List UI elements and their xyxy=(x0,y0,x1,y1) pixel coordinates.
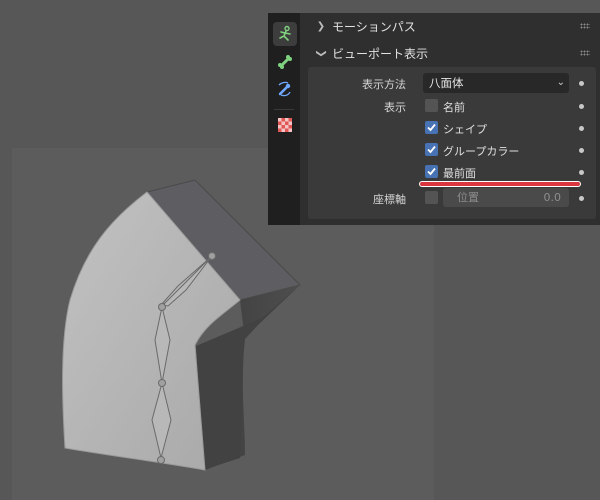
bone-constraint-icon xyxy=(278,81,291,97)
axes-checkbox[interactable] xyxy=(425,191,438,204)
tab-bone-constraints[interactable] xyxy=(273,77,297,101)
chevron-down-icon: ⌄ xyxy=(556,77,565,88)
checkmark-icon xyxy=(427,145,436,154)
axes-position-field[interactable]: 位置 0.0 xyxy=(443,188,569,207)
checkmark-icon xyxy=(427,167,436,176)
position-label: 位置 xyxy=(457,191,479,204)
viewport-display-body: 表示方法 八面体 ⌄ 表示 名前 シェイプ グループカラー 最前面 座標軸 位置… xyxy=(308,67,596,219)
drag-grip-icon[interactable] xyxy=(580,23,590,29)
keyframe-dot-icon[interactable] xyxy=(579,104,584,109)
shapes-label: シェイプ xyxy=(443,123,487,136)
panel-title: モーションパス xyxy=(332,19,416,34)
tab-bone[interactable] xyxy=(273,50,297,74)
group-colors-checkbox[interactable] xyxy=(425,143,438,156)
show-label: 表示 xyxy=(384,101,406,114)
shapes-row: シェイプ xyxy=(308,118,596,138)
display-as-label: 表示方法 xyxy=(362,78,406,91)
names-row: 表示 名前 xyxy=(308,96,596,116)
shapes-checkbox[interactable] xyxy=(425,121,438,134)
chevron-down-icon: ❯ xyxy=(315,48,327,58)
in-front-checkbox[interactable] xyxy=(425,165,438,178)
keyframe-dot-icon[interactable] xyxy=(579,126,584,131)
names-label: 名前 xyxy=(443,101,465,114)
axes-label: 座標軸 xyxy=(373,193,406,206)
display-as-value: 八面体 xyxy=(429,76,464,90)
properties-editor: ❯ モーションパス ❯ ビューポート表示 表示方法 八面体 ⌄ 表示 名前 シェ… xyxy=(268,13,600,225)
keyframe-dot-icon[interactable] xyxy=(579,170,584,175)
keyframe-dot-icon[interactable] xyxy=(579,81,584,86)
properties-tab-bar xyxy=(268,13,300,225)
drag-grip-icon[interactable] xyxy=(580,50,590,56)
tab-texture[interactable] xyxy=(273,113,297,137)
panel-title: ビューポート表示 xyxy=(332,46,429,61)
panel-header-viewport-display[interactable]: ❯ ビューポート表示 xyxy=(308,41,596,65)
in-front-row: 最前面 xyxy=(308,162,596,182)
tab-separator xyxy=(274,109,294,110)
bone-icon xyxy=(278,55,292,69)
chevron-right-icon: ❯ xyxy=(316,20,326,32)
in-front-label: 最前面 xyxy=(443,167,476,180)
names-checkbox[interactable] xyxy=(425,99,438,112)
group-colors-label: グループカラー xyxy=(443,145,520,158)
panel-header-motion-paths[interactable]: ❯ モーションパス xyxy=(308,14,596,38)
axes-row: 座標軸 位置 0.0 xyxy=(308,188,596,208)
properties-panels: ❯ モーションパス ❯ ビューポート表示 表示方法 八面体 ⌄ 表示 名前 シェ… xyxy=(304,13,600,225)
keyframe-dot-icon[interactable] xyxy=(579,148,584,153)
object-data-pose-icon xyxy=(279,25,291,41)
position-value: 0.0 xyxy=(543,191,562,204)
tab-pose[interactable] xyxy=(273,22,297,46)
highlight-underline xyxy=(420,182,580,186)
checkmark-icon xyxy=(427,123,436,132)
group-colors-row: グループカラー xyxy=(308,140,596,160)
display-as-dropdown[interactable]: 八面体 ⌄ xyxy=(423,73,569,93)
texture-checker-icon xyxy=(278,118,292,132)
display-as-row: 表示方法 八面体 ⌄ xyxy=(308,73,596,93)
keyframe-dot-icon[interactable] xyxy=(579,196,584,201)
